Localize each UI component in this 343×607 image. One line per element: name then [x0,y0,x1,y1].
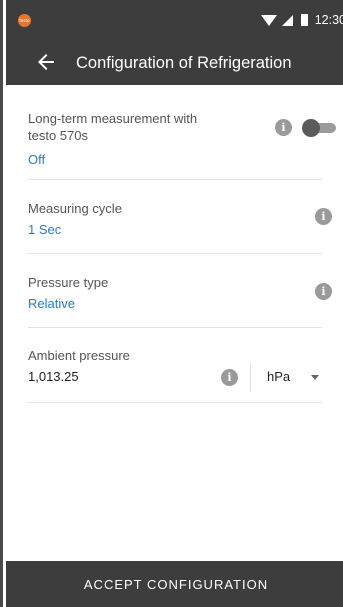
info-icon[interactable]: i [315,283,332,300]
chevron-down-icon[interactable] [311,375,319,380]
accept-configuration-button[interactable]: ACCEPT CONFIGURATION [6,561,343,607]
setting-value: Off [28,152,46,167]
setting-label: Long-term measurement with testo 570s [28,111,198,143]
setting-pressure-type[interactable]: Pressure type Relative i [28,254,332,328]
info-icon[interactable]: i [221,369,238,386]
info-icon[interactable]: i [315,208,332,225]
app-bar: Configuration of Refrigeration [6,40,343,85]
toggle-knob [302,119,320,137]
setting-label: Ambient pressure [28,348,130,363]
long-term-toggle[interactable] [302,119,336,137]
setting-label: Measuring cycle [28,201,122,216]
signal-icon [281,14,293,26]
setting-ambient-pressure: Ambient pressure 1,013.25 i hPa [28,328,322,403]
testo-app-icon: testo [18,14,31,27]
arrow-left-icon[interactable] [34,50,58,74]
unit-select[interactable]: hPa [267,369,290,384]
settings-list: Long-term measurement with testo 570s Of… [6,85,343,561]
status-bar: testo 12:30 [6,0,343,40]
divider [250,364,251,392]
page-title: Configuration of Refrigeration [76,54,292,72]
info-icon[interactable]: i [275,119,292,136]
setting-measuring-cycle[interactable]: Measuring cycle 1 Sec i [28,180,332,254]
setting-value: 1 Sec [28,222,62,237]
battery-icon [300,14,308,26]
setting-label: Pressure type [28,275,109,290]
status-icons: 12:30 [260,12,343,28]
setting-long-term-measurement: Long-term measurement with testo 570s Of… [28,85,336,180]
setting-value: Relative [28,296,75,311]
app-frame: testo 12:30 Configuration of Refrigerati… [0,0,343,607]
ambient-pressure-input[interactable]: 1,013.25 [28,369,79,384]
status-time: 12:30 [314,13,343,27]
wifi-icon [260,14,277,26]
